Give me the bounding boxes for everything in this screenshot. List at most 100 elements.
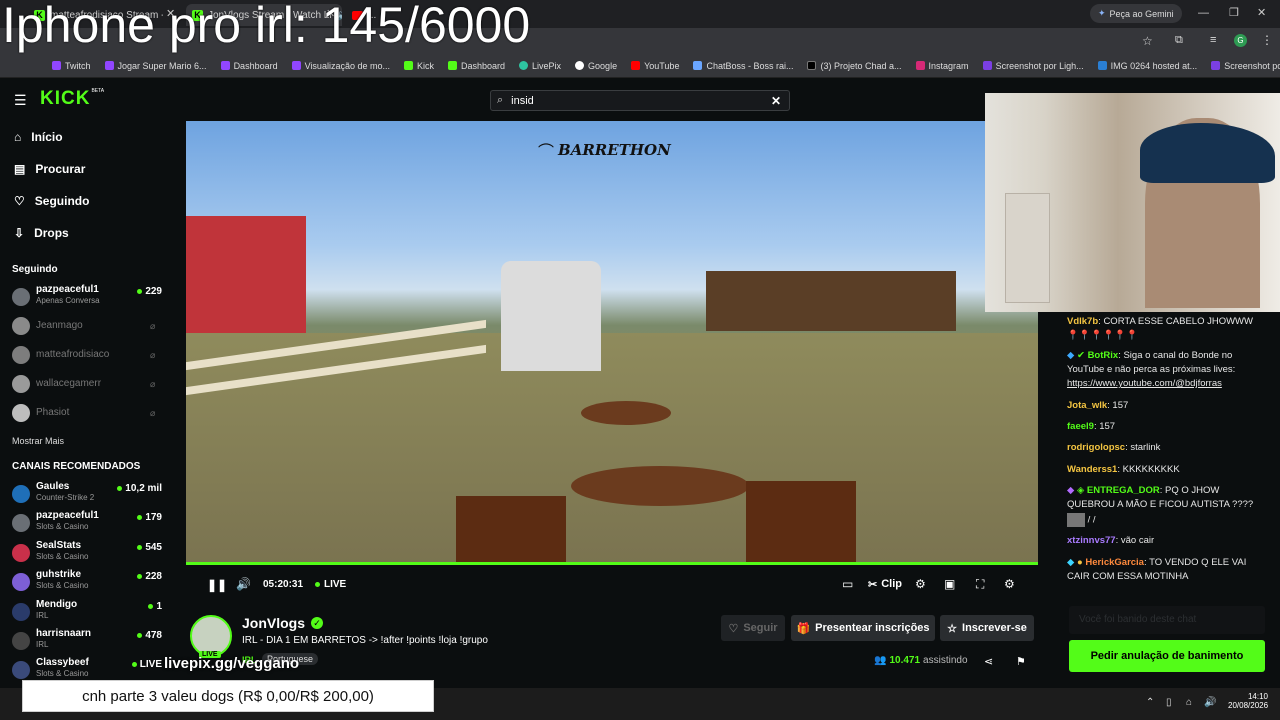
maximize-icon[interactable]: ❐ xyxy=(1229,6,1239,19)
gemini-button[interactable]: ✦ Peça ao Gemini xyxy=(1090,4,1182,23)
live-dot-icon xyxy=(137,574,143,579)
kick-logo[interactable]: KICK BETA xyxy=(40,88,104,110)
sidebar-channel[interactable]: harrisnaarn IRL 478 xyxy=(12,628,162,656)
hamburger-menu-icon[interactable]: ☰ xyxy=(14,92,27,109)
chat-message: ◆ ◈ ENTREGA_DOR: PQ O JHOW QUEBROU A MÃO… xyxy=(1067,485,1254,510)
follow-button[interactable]: ♡ Seguir xyxy=(721,615,785,641)
twitch-icon xyxy=(220,61,230,70)
search-input[interactable]: ⌕ insid ✕ xyxy=(490,90,790,111)
bookmark[interactable]: Dashboard xyxy=(220,61,278,71)
sidebar-channel[interactable]: Mendigo IRL 1 xyxy=(12,599,162,627)
twitch-icon xyxy=(291,61,301,70)
offline-icon: ⌀ xyxy=(150,350,156,360)
clip-button[interactable]: ✂ Clip xyxy=(868,578,902,591)
share-icon[interactable]: ⋖ xyxy=(984,655,993,668)
recommended-header: CANAIS RECOMENDADOS xyxy=(12,461,141,472)
live-dot-icon xyxy=(148,604,154,609)
sidebar-channel[interactable]: guhstrike Slots & Casino 228 xyxy=(12,569,162,597)
video-player[interactable]: ⌒ BARRETHON xyxy=(186,121,1038,565)
viewer-count: LIVE xyxy=(131,659,162,670)
volume-icon[interactable]: 🔊 xyxy=(236,577,251,591)
wooden-table xyxy=(581,401,671,425)
volume-icon[interactable]: 🔊 xyxy=(1204,697,1216,708)
report-icon[interactable]: ⚑ xyxy=(1016,655,1026,668)
viewer-count: 179 xyxy=(137,512,162,523)
network-icon[interactable]: ⌂ xyxy=(1186,697,1192,708)
chat-input[interactable]: Você foi banido deste chat xyxy=(1069,606,1265,634)
nav-drops[interactable]: ⇩ Drops xyxy=(14,226,69,240)
image-host-icon xyxy=(1097,61,1107,70)
phone-link-icon[interactable]: ▯ xyxy=(1166,697,1172,708)
following-header: Seguindo xyxy=(12,264,58,275)
tray-chevron-icon[interactable]: ⌃ xyxy=(1146,697,1154,708)
nav-home[interactable]: ⌂ Início xyxy=(14,130,63,144)
sidebar-channel[interactable]: SealStats Slots & Casino 545 xyxy=(12,540,162,568)
clear-search-icon[interactable]: ✕ xyxy=(771,94,781,108)
profile-avatar[interactable]: G xyxy=(1234,34,1247,47)
sidebar-channel-offline[interactable]: Phasiot ⌀ xyxy=(12,400,162,428)
badge-icon: ◆ xyxy=(1067,485,1075,496)
settings-icon[interactable]: ⚙ xyxy=(915,577,926,591)
search-icon: ⌕ xyxy=(497,94,504,106)
barrethon-logo: ⌒ BARRETHON xyxy=(538,133,672,167)
bookmark[interactable]: Kick xyxy=(403,61,434,71)
chat-message: ◆ ✔ BotRix: Siga o canal do Bonde no You… xyxy=(1067,350,1236,375)
fullscreen-icon[interactable]: ⛶ xyxy=(976,577,984,592)
bookmark[interactable]: Google xyxy=(575,61,617,71)
sidebar-channel-offline[interactable]: matteafrodisiaco ⌀ xyxy=(12,342,162,370)
bookmark[interactable]: Screenshot por Ligh... xyxy=(1211,61,1280,71)
theater-mode-icon[interactable]: ▣ xyxy=(944,577,955,591)
pause-icon[interactable]: ❚❚ xyxy=(207,578,227,592)
chat-message: ◆ ● HerickGarcia: TO VENDO Q ELE VAI CAI… xyxy=(1067,557,1247,582)
verified-icon: ✓ xyxy=(311,617,324,629)
wardrobe xyxy=(1005,193,1050,303)
sidebar-channel[interactable]: pazpeaceful1 Apenas Conversa 229 xyxy=(12,284,162,312)
bookmark[interactable]: IMG 0264 hosted at... xyxy=(1097,61,1197,71)
miniplayer-icon[interactable]: ▭ xyxy=(842,577,853,591)
menu-kebab-icon[interactable]: ⋮ xyxy=(1261,33,1273,47)
bookmarks-bar: Twitch Jogar Super Mario 6... Dashboard … xyxy=(0,54,1280,78)
bookmark[interactable]: (3) Projeto Chad a... xyxy=(807,61,902,71)
nav-browse[interactable]: ▤ Procurar xyxy=(14,162,85,176)
chat-message: 📍📍📍📍📍📍 xyxy=(1067,330,1138,341)
nav-following[interactable]: ♡ Seguindo xyxy=(14,194,89,208)
extensions-icon[interactable]: ⧉ xyxy=(1175,34,1183,47)
avatar xyxy=(12,485,30,503)
gift-subs-button[interactable]: 🎁 Presentear inscrições xyxy=(791,615,935,641)
drops-icon: ⇩ xyxy=(14,226,25,240)
livepix-icon xyxy=(519,61,529,70)
chat-message: faeel9: 157 xyxy=(1067,421,1116,432)
streamer-name[interactable]: JonVlogs ✓ xyxy=(242,615,324,631)
clock[interactable]: 14:10 20/08/2026 xyxy=(1228,692,1268,710)
show-more-link[interactable]: Mostrar Mais xyxy=(12,436,64,446)
bookmark[interactable]: LivePix xyxy=(519,61,561,71)
close-window-icon[interactable]: ✕ xyxy=(1257,6,1266,19)
chat-link[interactable]: https://www.youtube.com/@bdjforras xyxy=(1067,377,1267,391)
avatar xyxy=(12,573,30,591)
bookmark[interactable]: Instagram xyxy=(915,61,969,71)
viewer-count: 10,2 mil xyxy=(117,483,162,494)
gear-icon[interactable]: ⚙ xyxy=(1004,577,1015,591)
red-barn xyxy=(186,216,306,336)
sidebar-channel[interactable]: Gaules Counter-Strike 2 10,2 mil xyxy=(12,481,162,509)
bookmark[interactable]: Twitch xyxy=(52,61,91,71)
sub-badge-icon: ● xyxy=(1076,557,1083,568)
clip-icon: ✂ xyxy=(868,579,878,591)
star-icon[interactable]: ☆ xyxy=(1142,34,1153,48)
bookmark[interactable]: YouTube xyxy=(631,61,679,71)
viewer-count: 228 xyxy=(137,571,162,582)
minimize-icon[interactable]: — xyxy=(1198,7,1209,19)
bookmark[interactable]: Jogar Super Mario 6... xyxy=(104,61,207,71)
bookmark[interactable]: Screenshot por Ligh... xyxy=(982,61,1084,71)
bookmark[interactable]: Dashboard xyxy=(448,61,505,71)
gem-badge-icon: ◈ xyxy=(1076,485,1085,496)
bookmark[interactable]: ChatBoss - Boss rai... xyxy=(693,61,793,71)
media-icon[interactable]: ≡ xyxy=(1210,34,1216,46)
bookmark[interactable]: Visualização de mo... xyxy=(291,61,390,71)
sidebar-channel[interactable]: pazpeaceful1 Slots & Casino 179 xyxy=(12,510,162,538)
sidebar-channel-offline[interactable]: Jeanmago ⌀ xyxy=(12,313,162,341)
subscribe-button[interactable]: ☆ Inscrever-se xyxy=(940,615,1034,641)
sidebar-channel-offline[interactable]: wallacegamerr ⌀ xyxy=(12,371,162,399)
viewer-count: 229 xyxy=(137,286,162,297)
request-unban-button[interactable]: Pedir anulação de banimento xyxy=(1069,640,1265,672)
